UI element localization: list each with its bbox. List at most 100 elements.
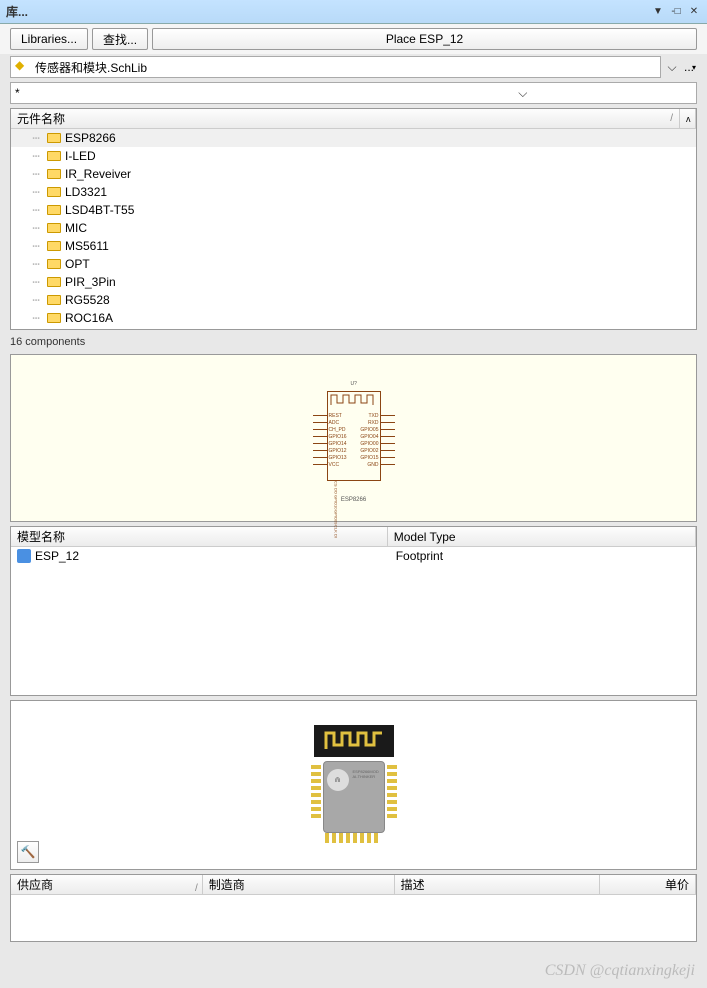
list-item[interactable]: ⋯ LD3321 — [11, 183, 696, 201]
pads-left — [311, 765, 321, 818]
col-mfr[interactable]: 制造商 — [203, 875, 395, 894]
component-label: OPT — [65, 257, 90, 271]
filter-input[interactable]: * ⌵ — [10, 82, 697, 104]
list-item[interactable]: ⋯ROC16B — [11, 327, 696, 329]
chip-name: ESP8266 — [309, 497, 399, 503]
right-pin-labels: TXDRXDGPIO05GPIO04GPIO00GPIO02GPIO15GND — [360, 413, 378, 469]
col-desc[interactable]: 描述 — [395, 875, 601, 894]
list-item[interactable]: ⋯MS5611 — [11, 237, 696, 255]
list-item[interactable]: ⋯ MIC — [11, 219, 696, 237]
list-item[interactable]: ⋯ ROC16A — [11, 309, 696, 327]
status-text: 16 components — [0, 334, 707, 350]
wifi-icon: ⋒ — [327, 769, 349, 791]
list-item[interactable]: ⋯ LSD4BT-T55 — [11, 201, 696, 219]
component-icon — [47, 151, 61, 161]
pads-bottom — [325, 833, 378, 843]
library-name: 传感器和模块.SchLib — [35, 59, 147, 76]
component-label: ROC16A — [65, 311, 113, 325]
pcb-module: ⋒ ESP8266MODAI-THINKER — [309, 725, 399, 845]
list-item[interactable]: ⋯ RG5528 — [11, 291, 696, 309]
sort-icon: / — [670, 113, 673, 124]
footprint-preview[interactable]: ⋒ ESP8266MODAI-THINKER 🔨 — [10, 700, 697, 870]
chevron-up-icon[interactable]: ʌ — [686, 114, 691, 124]
footprint-icon — [17, 549, 31, 563]
bottom-pin-labels: CSDOGPIO10GPIO09CLKDI — [333, 481, 340, 538]
tree-connector: ⋯ — [29, 203, 43, 217]
pcb-antenna — [314, 725, 394, 757]
component-icon — [47, 223, 61, 233]
component-icon — [47, 295, 61, 305]
tree-connector: ⋯ — [29, 149, 43, 163]
col-model-name[interactable]: 模型名称 — [11, 527, 388, 546]
list-item[interactable]: ⋯ I-LED — [11, 147, 696, 165]
tree-connector: ⋯ — [29, 167, 43, 181]
sort-icon: / — [195, 883, 198, 894]
component-label: LSD4BT-T55 — [65, 203, 134, 217]
model-name: ESP_12 — [35, 549, 392, 563]
component-label: PIR_3Pin — [65, 275, 116, 289]
close-icon[interactable]: ✕ — [687, 6, 701, 18]
title-bar: 库... ▼ -□ ✕ — [0, 0, 707, 24]
pads-right — [387, 765, 397, 818]
tree-connector: ⋯ — [29, 185, 43, 199]
library-row: 传感器和模块.SchLib ⌵ ...▾ — [0, 54, 707, 80]
tree-connector: ⋯ — [29, 275, 43, 289]
tree-connector: ⋯ — [29, 311, 43, 325]
component-list[interactable]: ⋯ ESP8266 ⋯ I-LED ⋯ IR_Reveiver ⋯ LD3321 ⋯ LSD4BT… — [11, 129, 696, 329]
library-menu-button[interactable]: ...▾ — [683, 56, 697, 78]
tool-button[interactable]: 🔨 — [17, 841, 39, 863]
schlib-icon — [15, 60, 31, 74]
component-icon — [47, 187, 61, 197]
model-list[interactable]: ESP_12 Footprint — [11, 547, 696, 565]
component-icon — [47, 205, 61, 215]
component-label: I-LED — [65, 149, 96, 163]
component-label: LD3321 — [65, 185, 107, 199]
place-button[interactable]: Place ESP_12 — [152, 28, 697, 50]
toolbar: Libraries... 查找... Place ESP_12 — [0, 24, 707, 54]
col-scroll: ʌ — [680, 109, 696, 128]
antenna-trace — [329, 393, 379, 407]
left-pin-lines — [313, 415, 327, 471]
component-panel: 元件名称 / ʌ ⋯ ESP8266 ⋯ I-LED ⋯ IR_Reveiver ⋯ LD33… — [10, 108, 697, 330]
left-pin-labels: RESTADCCH_PDGPIO16GPIO14GPIO12GPIO13VCC — [329, 413, 347, 469]
component-label: ESP8266 — [65, 131, 116, 145]
chevron-down-icon[interactable]: ⌵ — [354, 86, 693, 101]
tree-connector: ⋯ — [29, 221, 43, 235]
list-item[interactable]: ⋯ OPT — [11, 255, 696, 273]
col-price[interactable]: 单价 — [600, 875, 696, 894]
col-model-type[interactable]: Model Type — [388, 527, 696, 546]
schematic-symbol: U? RESTADCCH_PDGPIO16GPIO14GPIO12GPIO13V… — [309, 383, 399, 493]
window-controls: ▼ -□ ✕ — [651, 6, 701, 18]
tree-connector: ⋯ — [29, 257, 43, 271]
model-row[interactable]: ESP_12 Footprint — [11, 547, 696, 565]
col-vendor[interactable]: 供应商 / — [11, 875, 203, 894]
tree-connector: ⋯ — [29, 131, 43, 145]
component-icon — [47, 241, 61, 251]
supplier-header: 供应商 / 制造商 描述 单价 — [11, 875, 696, 895]
component-label: MIC — [65, 221, 87, 235]
list-item[interactable]: ⋯ PIR_3Pin — [11, 273, 696, 291]
filter-text: * — [15, 86, 354, 100]
tree-connector: ⋯ — [29, 293, 43, 307]
list-item[interactable]: ⋯ ESP8266 — [11, 129, 696, 147]
model-type: Footprint — [396, 549, 443, 563]
tree-connector: ⋯ — [29, 239, 43, 253]
model-header: 模型名称 Model Type — [11, 527, 696, 547]
dropdown-icon[interactable]: ▼ — [651, 6, 665, 18]
window-title: 库... — [6, 3, 28, 20]
shield-text: ESP8266MODAI-THINKER — [353, 769, 379, 779]
pin-icon[interactable]: -□ — [669, 6, 683, 18]
component-icon — [47, 259, 61, 269]
designator: U? — [351, 381, 357, 387]
component-label: RG5528 — [65, 293, 110, 307]
library-select[interactable]: 传感器和模块.SchLib — [10, 56, 661, 78]
col-component-name[interactable]: 元件名称 / — [11, 109, 680, 128]
schematic-preview[interactable]: U? RESTADCCH_PDGPIO16GPIO14GPIO12GPIO13V… — [10, 354, 697, 522]
supplier-panel: 供应商 / 制造商 描述 单价 — [10, 874, 697, 942]
list-item[interactable]: ⋯ IR_Reveiver — [11, 165, 696, 183]
search-button[interactable]: 查找... — [92, 28, 148, 50]
component-label: IR_Reveiver — [65, 167, 131, 181]
component-icon — [47, 133, 61, 143]
chevron-down-icon[interactable]: ⌵ — [665, 60, 679, 75]
libraries-button[interactable]: Libraries... — [10, 28, 88, 50]
